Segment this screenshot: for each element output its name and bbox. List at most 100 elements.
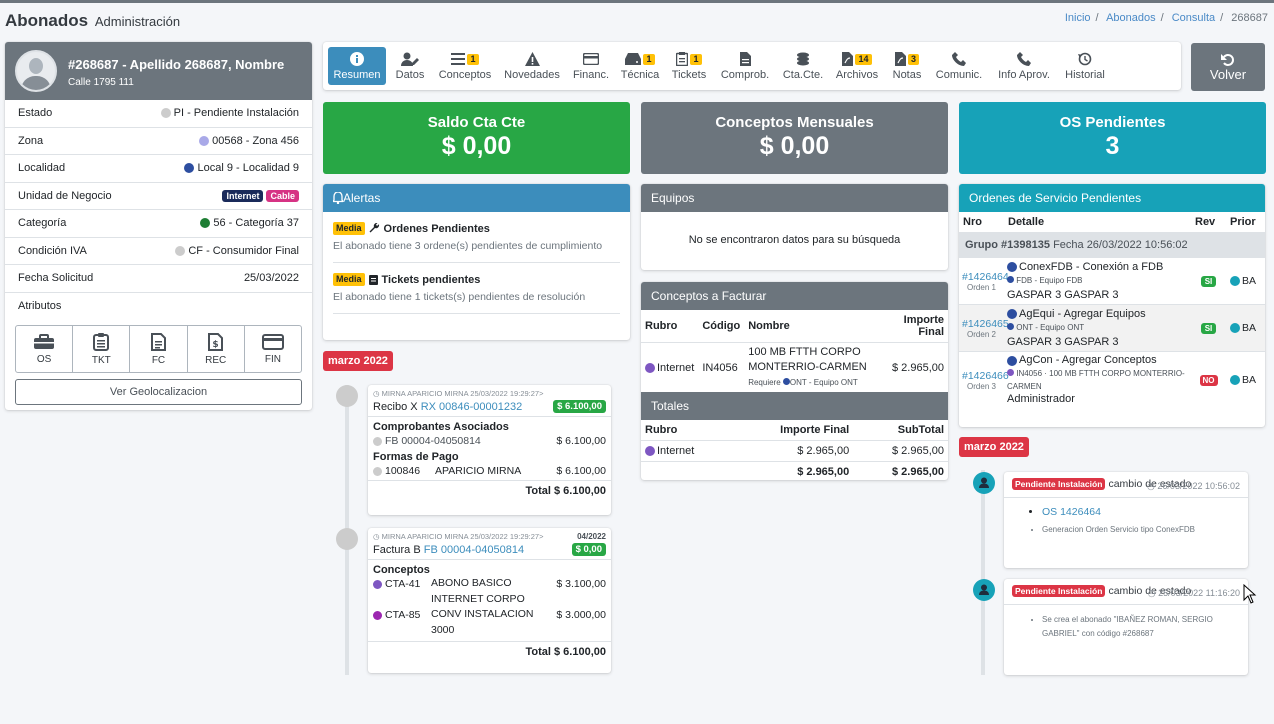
status-dot [1007,323,1014,330]
count-badge: 1 [467,53,479,65]
tab-notas[interactable]: 3 Notas [889,47,925,85]
status-dot [1007,369,1014,376]
table-row: #1426464 Orden 1 ConexFDB - Conexión a FD… [959,257,1265,305]
tab-archivos[interactable]: 14 Archivos [834,47,880,85]
order-link[interactable]: #1426465 [962,318,1009,330]
order-link[interactable]: #1426464 [962,271,1009,283]
file-icon [739,52,751,66]
tab-info-aprov[interactable]: Info Aprov. [994,47,1054,85]
rev-badge: SI [1200,323,1217,334]
avatar [15,50,57,92]
tab-tickets[interactable]: 1 Tickets [671,47,707,85]
priority-dot [1230,375,1240,385]
table-row: Internet $ 2.965,00 $ 2.965,00 [641,440,948,462]
credit-card-icon [583,53,599,65]
table-row: Internet IN4056 100 MB FTTH CORPO MONTER… [641,343,948,393]
user-icon [979,477,989,488]
status-badge: Pendiente Instalación [1012,585,1106,597]
conceptos-table: Rubro Código Nombre Importe Final Internet … [641,310,948,392]
undo-icon [1221,53,1234,66]
tab-cta-cte[interactable]: Cta.Cte. [781,47,825,85]
count-badge: 1 [690,53,702,65]
receipt-link[interactable]: RX 00846-00001232 [421,401,523,413]
alert-item: Media Tickets pendientes El abonado tiene… [333,273,586,303]
equipos-header: Equipos [641,184,948,212]
timeline-user-dot [973,579,995,601]
credit-card-icon [261,333,284,350]
attr-tkt[interactable]: TKT [73,326,131,372]
status-dot [373,466,382,476]
ordenes-card: Ordenes de Servicio Pendientes Nro Detall… [959,184,1265,427]
alerts-card: Alertas Media Ordenes Pendientes El abona… [323,184,630,340]
geolocation-button[interactable]: Ver Geolocalizacion [15,379,302,405]
profile-row-condicion-iva: Condición IVA CF - Consumidor Final [5,238,312,265]
mouse-cursor-icon [1243,584,1257,604]
amount-badge: $ 0,00 [571,543,606,556]
status-dot [645,446,655,456]
table-row: #1426465 Orden 2 AgEqui - Agregar Equipos… [959,304,1265,352]
status-dot [184,163,195,174]
ordenes-header: Ordenes de Servicio Pendientes [959,184,1265,212]
tab-datos[interactable]: Datos [391,47,429,85]
clipboard-icon [676,52,689,66]
status-dot [373,610,382,620]
tab-comprob[interactable]: Comprob. [718,47,772,85]
count-badge: 1 [643,53,655,65]
order-link[interactable]: #1426466 [962,370,1009,382]
breadcrumb-consulta[interactable]: Consulta [1172,12,1215,24]
status-dot [1007,276,1014,283]
list-icon [451,53,466,65]
breadcrumb: Inicio / Abonados / Consulta/ 268687 [1064,12,1268,24]
profile-header: #268687 - Apellido 268687, Nombre Calle … [5,42,312,100]
profile-row-zona: Zona 00568 - Zona 456 [5,128,312,155]
status-dot [175,245,186,256]
status-dot [373,579,382,589]
subscriber-address: Calle 1795 111 [68,77,134,88]
stat-conceptos-mensuales: Conceptos Mensuales $ 0,00 [641,102,948,174]
amount-badge: $ 6.100,00 [553,400,606,413]
timeline-entry-factura: ◷ MIRNA APARICIO MIRNA 25/03/2022 19:29:… [368,528,611,673]
alert-item: Media Ordenes Pendientes El abonado tiene… [333,222,603,252]
attr-fin[interactable]: FIN [245,326,301,372]
user-edit-icon [401,52,419,66]
timeline-entry-state-change: Pendiente Instalación cambio de estado ◷… [1004,472,1248,568]
tab-historial[interactable]: Historial [1061,47,1109,85]
ordenes-table: Nro Detalle Rev Prior Grupo #1398135 Fecha … [959,212,1265,408]
attr-rec[interactable]: $ REC [188,326,245,372]
table-row: #1426466 Orden 3 AgCon - Agregar Concepto… [962,354,1257,405]
equipos-empty-message: No se encontraron datos para su búsqueda [688,234,901,246]
attr-fc[interactable]: FC [130,326,188,372]
warning-icon [524,52,540,66]
group-row: Grupo #1398135 Fecha 26/03/2022 10:56:02 [959,232,1265,258]
timeline-dot [336,528,358,550]
order-link[interactable]: OS 1426464 [1042,506,1101,518]
tab-conceptos[interactable]: 1 Conceptos [435,47,495,85]
coins-icon [797,52,809,66]
status-dot [200,218,211,229]
clock-icon: ◷ [1147,588,1156,598]
invoice-icon [151,332,166,351]
status-badge: Pendiente Instalación [1012,478,1106,490]
tab-tecnica[interactable]: 1 Técnica [620,47,660,85]
briefcase-icon [34,333,55,349]
badge-cable: Cable [266,189,299,202]
tab-novedades[interactable]: Novedades [503,47,561,85]
clipboard-icon [93,332,110,351]
receipt-icon: $ [208,332,224,351]
top-bar [0,0,1274,3]
user-icon [979,584,989,595]
attr-os[interactable]: OS [16,326,74,372]
stat-os-pendientes: OS Pendientes 3 [959,102,1266,174]
breadcrumb-abonados[interactable]: Abonados [1106,12,1156,24]
tab-comunic[interactable]: Comunic. [934,47,984,85]
conceptos-header: Conceptos a Facturar [641,282,948,310]
count-badge: 3 [907,53,919,65]
priority-badge: Media [333,273,365,286]
breadcrumb-inicio[interactable]: Inicio [1065,12,1091,24]
tab-financ[interactable]: Financ. [571,47,611,85]
status-dot [782,378,790,385]
invoice-link[interactable]: FB 00004-04050814 [424,544,524,556]
tab-resumen[interactable]: Resumen [328,47,386,85]
back-button[interactable]: Volver [1191,43,1265,91]
svg-text:$: $ [213,340,219,350]
